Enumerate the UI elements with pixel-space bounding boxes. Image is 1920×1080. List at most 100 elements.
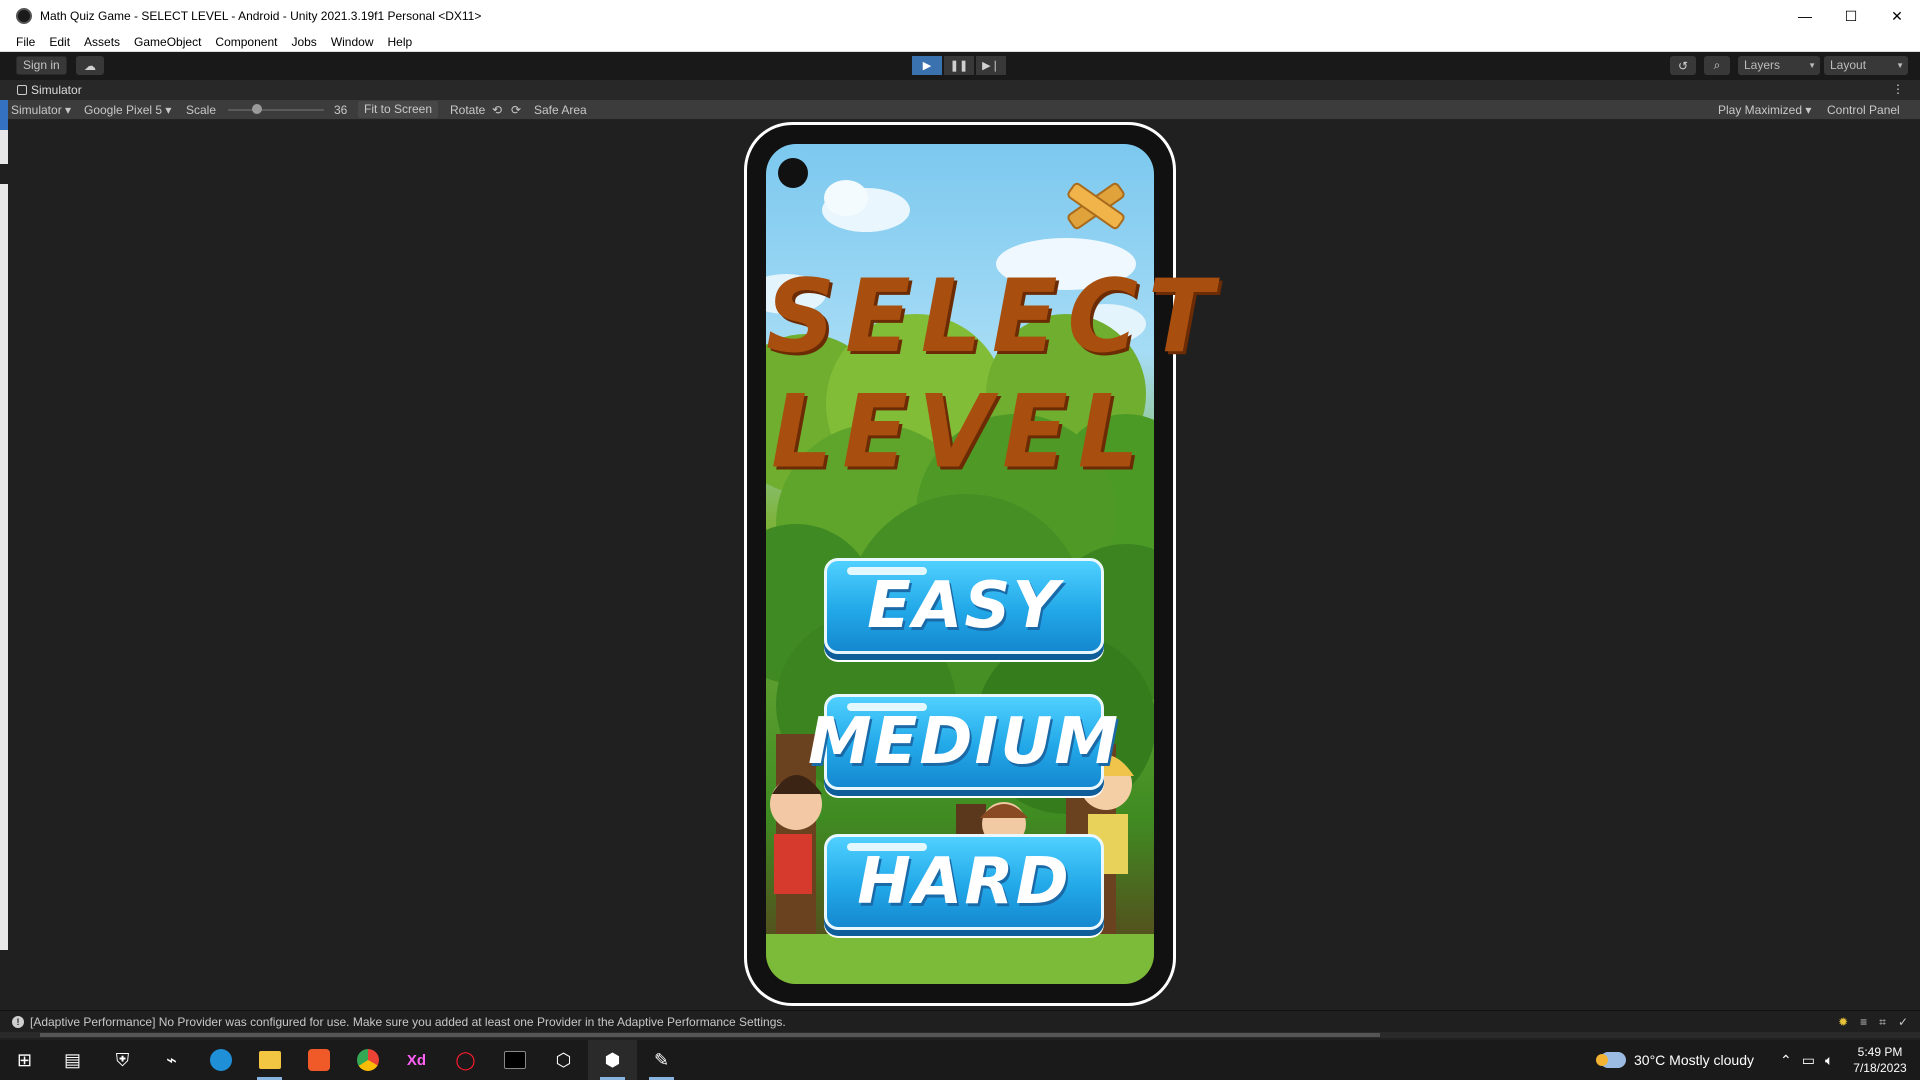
- maximize-button[interactable]: ☐: [1828, 0, 1874, 32]
- unity-hub-icon[interactable]: ⬡: [539, 1040, 588, 1080]
- scrollbar-thumb[interactable]: [40, 1033, 1380, 1037]
- windows-taskbar: ⊞ ▤ ⛨ ⌁ Xd ◯ ⬡ ⬢ ✎ 30°C Mostly cloudy ⌃ …: [0, 1040, 1920, 1080]
- brave-browser-icon[interactable]: [294, 1040, 343, 1080]
- pause-button[interactable]: ❚❚: [944, 56, 974, 75]
- scale-slider-track[interactable]: [228, 109, 324, 111]
- safe-area-toggle[interactable]: Safe Area: [534, 103, 587, 117]
- start-button[interactable]: ⊞: [0, 1040, 49, 1080]
- edge-browser-icon[interactable]: [196, 1040, 245, 1080]
- front-camera-cutout: [778, 158, 808, 188]
- simulator-tab-bar: Simulator ⋮: [0, 80, 1920, 100]
- step-button[interactable]: ▶❘: [976, 56, 1006, 75]
- simulator-mode-dropdown[interactable]: Simulator ▾: [11, 103, 71, 117]
- play-maximized-dropdown[interactable]: Play Maximized ▾: [1718, 103, 1811, 117]
- more-options-icon[interactable]: ⋮: [1892, 82, 1904, 96]
- scale-label: Scale: [186, 103, 217, 117]
- console-status-bar[interactable]: ! [Adaptive Performance] No Provider was…: [0, 1010, 1920, 1032]
- unity-logo-icon: [16, 8, 32, 24]
- menu-assets[interactable]: Assets: [77, 35, 127, 49]
- satellite-icon[interactable]: ⌁: [147, 1040, 196, 1080]
- play-controls: ▶ ❚❚ ▶❘: [912, 56, 1006, 75]
- file-explorer-icon[interactable]: [245, 1040, 294, 1080]
- volume-icon[interactable]: 🔈︎: [1825, 1052, 1833, 1069]
- weather-widget[interactable]: 30°C Mostly cloudy: [1596, 1040, 1754, 1080]
- hard-button[interactable]: HARD: [824, 834, 1104, 930]
- scale-slider-handle[interactable]: [252, 104, 262, 114]
- weather-text: 30°C Mostly cloudy: [1634, 1052, 1754, 1068]
- simulator-mode-label: Simulator: [11, 103, 62, 117]
- network-icon[interactable]: ⌗: [1879, 1015, 1886, 1030]
- menu-file[interactable]: File: [0, 35, 42, 49]
- scale-value: 36: [334, 103, 348, 117]
- button-shine: [847, 843, 927, 851]
- chevron-down-icon: ▼: [1896, 61, 1904, 70]
- lighting-icon[interactable]: ✹: [1838, 1015, 1848, 1030]
- tab-simulator-label: Simulator: [31, 83, 82, 97]
- terminal-icon[interactable]: [490, 1040, 539, 1080]
- clock-time: 5:49 PM: [1857, 1045, 1903, 1059]
- main-toolbar: Sign in ☁ ▶ ❚❚ ▶❘ ↺ ⌕ Layers ▼ Layout ▼: [0, 52, 1920, 80]
- panel-edge-dark: [0, 164, 8, 184]
- device-label: Google Pixel 5: [84, 103, 163, 117]
- play-maximized-label: Play Maximized: [1718, 103, 1803, 117]
- minimize-button[interactable]: —: [1782, 0, 1828, 32]
- control-panel-button[interactable]: Control Panel: [1827, 103, 1900, 117]
- simulator-icon: [17, 85, 27, 95]
- layout-dropdown[interactable]: Layout ▼: [1824, 56, 1908, 75]
- system-tray: ⌃ ▭ 🔈︎: [1780, 1040, 1833, 1080]
- medium-label: MEDIUM: [808, 705, 1120, 779]
- window-controls: — ☐ ✕: [1782, 0, 1920, 32]
- menu-window[interactable]: Window: [324, 35, 381, 49]
- horizontal-scrollbar[interactable]: [0, 1032, 1920, 1038]
- window-title: Math Quiz Game - SELECT LEVEL - Android …: [40, 9, 482, 23]
- terminal-logo: [503, 1051, 526, 1069]
- search-icon[interactable]: ⌕: [1704, 56, 1730, 75]
- close-window-button[interactable]: ✕: [1874, 0, 1920, 32]
- status-message[interactable]: ! [Adaptive Performance] No Provider was…: [12, 1015, 786, 1029]
- stack-icon[interactable]: ≡: [1860, 1015, 1867, 1030]
- menu-help[interactable]: Help: [381, 35, 420, 49]
- menu-component[interactable]: Component: [208, 35, 284, 49]
- medium-button[interactable]: MEDIUM: [808, 694, 1118, 790]
- rotate-cw-icon[interactable]: ⟳: [511, 103, 521, 117]
- select-level-title: SELECT LEVEL: [766, 257, 1224, 490]
- status-icons: ✹ ≡ ⌗ ✓: [1838, 1015, 1908, 1030]
- chevron-up-icon[interactable]: ⌃: [1780, 1052, 1792, 1069]
- play-button[interactable]: ▶: [912, 56, 942, 75]
- menu-edit[interactable]: Edit: [42, 35, 77, 49]
- simulator-toolbar: Simulator ▾ Google Pixel 5 ▾ Scale 36 Fi…: [0, 100, 1920, 120]
- tab-simulator[interactable]: Simulator: [17, 83, 82, 97]
- chrome-browser-icon[interactable]: [343, 1040, 392, 1080]
- task-view-icon[interactable]: ▤: [48, 1040, 97, 1080]
- check-icon[interactable]: ✓: [1898, 1015, 1908, 1030]
- partly-cloudy-icon: [1596, 1052, 1626, 1068]
- rotate-ccw-icon[interactable]: ⟲: [492, 103, 502, 117]
- taskbar-clock[interactable]: 5:49 PM 7/18/2023: [1852, 1044, 1908, 1076]
- menu-bar: File Edit Assets GameObject Component Jo…: [0, 32, 1920, 52]
- left-panel-edge: [0, 100, 8, 950]
- shield-icon[interactable]: ⛨: [98, 1040, 147, 1080]
- chevron-down-icon: ▼: [1808, 61, 1816, 70]
- clock-date: 7/18/2023: [1853, 1061, 1907, 1075]
- layout-label: Layout: [1830, 58, 1867, 72]
- unity-editor-icon[interactable]: ⬢: [588, 1040, 637, 1080]
- menu-gameobject[interactable]: GameObject: [127, 35, 208, 49]
- hard-label: HARD: [857, 845, 1071, 919]
- cloud-icon[interactable]: ☁: [76, 56, 104, 75]
- adobe-xd-icon[interactable]: Xd: [392, 1040, 441, 1080]
- rotate-label: Rotate: [450, 103, 486, 117]
- device-dropdown[interactable]: Google Pixel 5 ▾: [84, 103, 171, 117]
- paint-app-icon[interactable]: ✎: [637, 1040, 686, 1080]
- layers-dropdown[interactable]: Layers ▼: [1738, 56, 1820, 75]
- sign-in-button[interactable]: Sign in: [16, 56, 67, 75]
- fit-to-screen-button[interactable]: Fit to Screen: [358, 101, 439, 118]
- easy-button[interactable]: EASY: [824, 558, 1104, 654]
- network-tray-icon[interactable]: ▭: [1802, 1052, 1815, 1069]
- status-text: [Adaptive Performance] No Provider was c…: [30, 1015, 786, 1029]
- title-line-1: SELECT: [766, 257, 1224, 376]
- menu-jobs[interactable]: Jobs: [284, 35, 323, 49]
- history-icon[interactable]: ↺: [1670, 56, 1696, 75]
- button-shine: [847, 703, 927, 711]
- close-icon[interactable]: [1060, 174, 1132, 238]
- opera-browser-icon[interactable]: ◯: [441, 1040, 490, 1080]
